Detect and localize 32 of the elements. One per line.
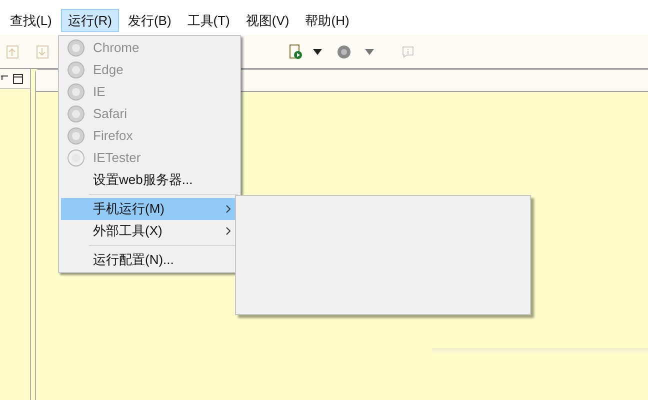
chevron-right-icon	[226, 227, 231, 235]
menu-bar-item[interactable]: 发行(B)	[120, 8, 178, 32]
menu-item-label: Firefox	[93, 127, 133, 146]
menu-item-label: 运行配置(N)...	[93, 251, 174, 270]
menu-item-label: IETester	[93, 149, 141, 168]
menu-item[interactable]: 外部工具(X)	[61, 220, 238, 242]
menu-bar-item[interactable]: 运行(R)	[60, 8, 119, 32]
menu-item-label: 手机运行(M)	[93, 200, 164, 218]
menu-item-label: 设置web服务器...	[93, 171, 193, 190]
menu-item-label: Chrome	[93, 39, 140, 58]
menu-item-label: Safari	[93, 105, 127, 124]
menu-bar-item[interactable]: 查找(L)	[3, 8, 59, 32]
browser-icon	[67, 61, 85, 79]
browser-icon	[67, 105, 85, 123]
maximize-icon[interactable]	[13, 74, 23, 84]
browser-icon	[67, 83, 85, 101]
browser-icon	[67, 127, 85, 145]
browser-icon	[67, 149, 85, 167]
menu-bar-item[interactable]: 工具(T)	[180, 8, 237, 32]
minimize-icon[interactable]	[1, 74, 9, 82]
menu-item[interactable]: 运行配置(N)...	[61, 249, 238, 271]
menu-item[interactable]: 设置web服务器...	[61, 169, 238, 191]
browser-icon	[67, 39, 85, 57]
menu-item-label: IE	[93, 83, 106, 102]
menu-item[interactable]: 手机运行(M)	[61, 198, 238, 220]
menu-bar-item[interactable]: 视图(V)	[238, 8, 296, 32]
menu-item-label: Edge	[93, 61, 124, 80]
menu-bar-item[interactable]: 帮助(H)	[298, 8, 356, 32]
run-icon[interactable]	[289, 44, 303, 60]
dropdown-arrow-icon[interactable]	[313, 48, 322, 54]
menu-item-label: 外部工具(X)	[93, 222, 162, 240]
chevron-right-icon	[226, 205, 231, 213]
